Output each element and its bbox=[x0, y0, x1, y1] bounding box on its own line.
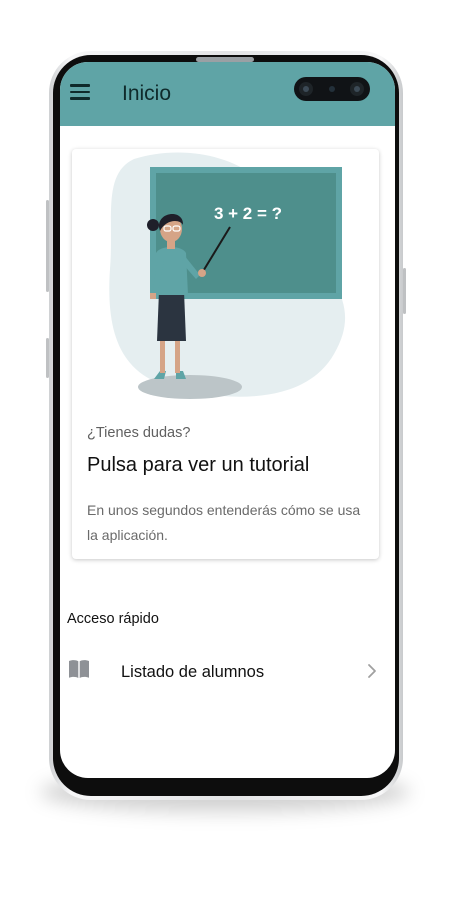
teacher-illustration: 3 + 2 = ? bbox=[109, 152, 346, 399]
blackboard-equation: 3 + 2 = ? bbox=[214, 204, 282, 223]
tutorial-title: Pulsa para ver un tutorial bbox=[87, 454, 310, 476]
volume-button bbox=[46, 200, 49, 292]
book-icon bbox=[69, 660, 89, 678]
hamburger-menu-icon[interactable] bbox=[70, 84, 90, 100]
power-button bbox=[403, 268, 406, 314]
tutorial-card[interactable]: 3 + 2 = ? ¿Tienes dudas? Pulsa para ver … bbox=[72, 149, 379, 559]
page-title: Inicio bbox=[122, 82, 172, 105]
chevron-right-icon bbox=[368, 664, 376, 678]
app-bar: Inicio bbox=[60, 62, 395, 126]
tutorial-subtitle: ¿Tienes dudas? bbox=[87, 425, 191, 441]
bixby-button bbox=[46, 338, 49, 378]
list-item-student-list[interactable]: Listado de alumnos bbox=[60, 649, 395, 693]
phone-screen: Inicio 3 + 2 = ? ¿Tienes dudas? Pulsa pa… bbox=[60, 62, 395, 778]
tutorial-description: En unos segundos entenderás cómo se usa … bbox=[87, 502, 361, 543]
front-camera-cutout bbox=[294, 77, 370, 101]
quick-access-heading: Acceso rápido bbox=[67, 611, 159, 627]
student-list-label: Listado de alumnos bbox=[121, 663, 265, 681]
